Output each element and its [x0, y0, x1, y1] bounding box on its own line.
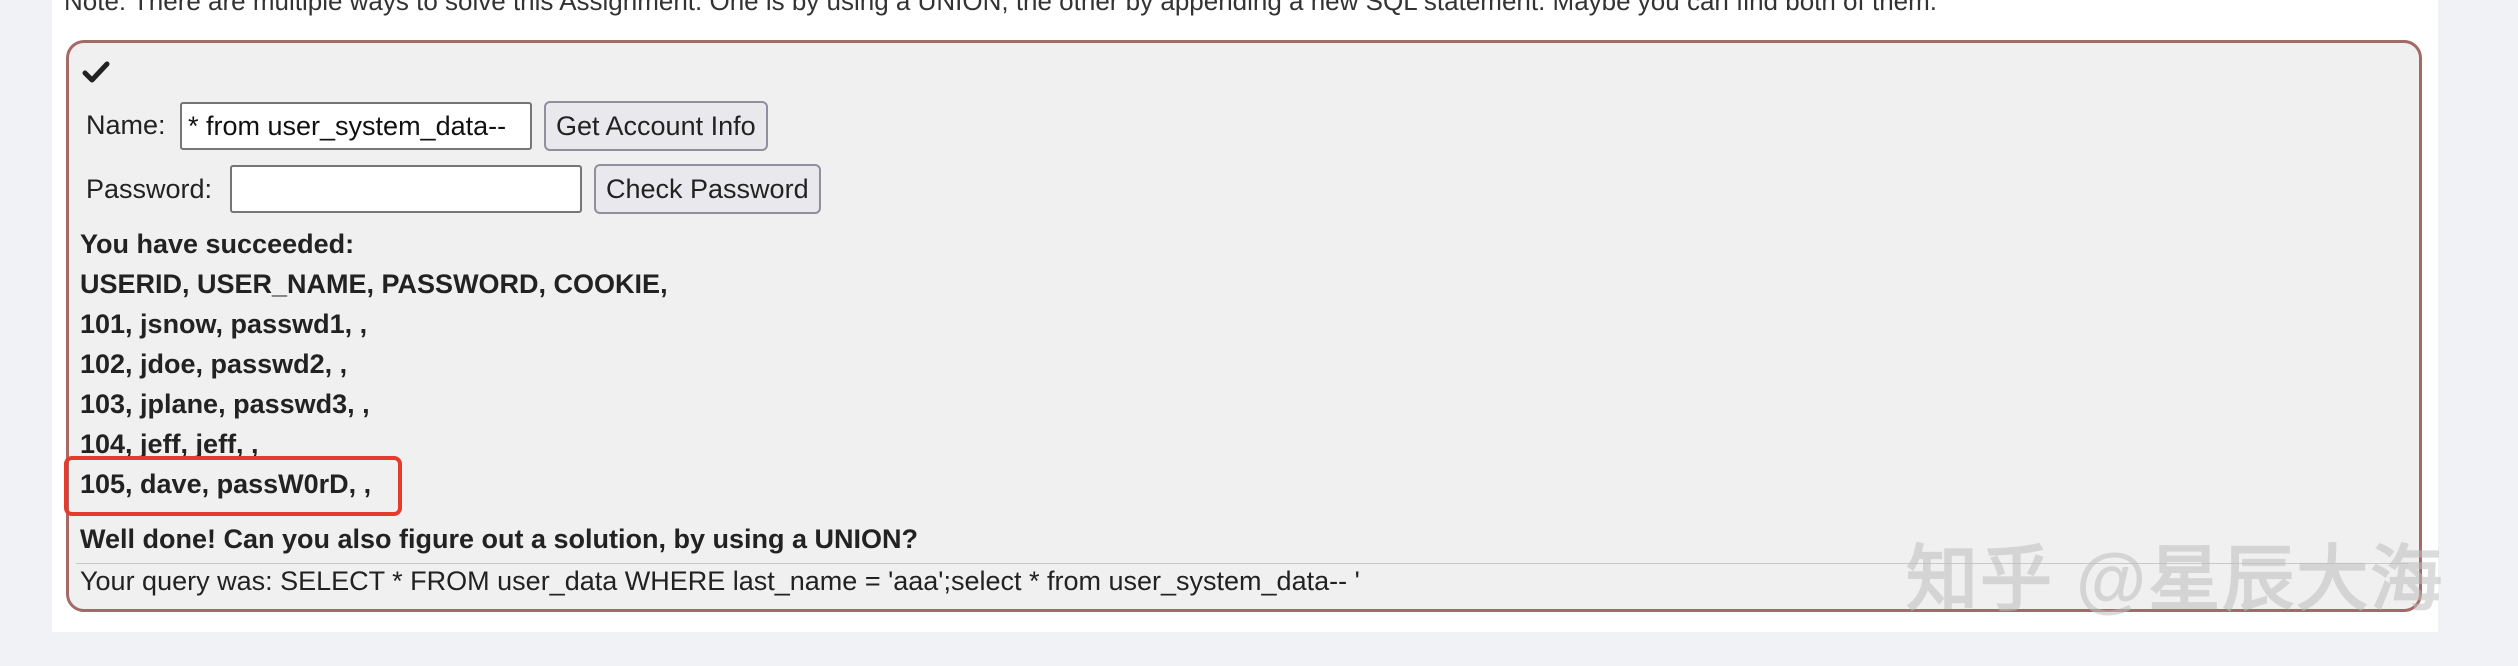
assignment-note: Note: There are multiple ways to solve t… [64, 0, 1937, 16]
checkmark-icon [82, 61, 110, 83]
highlight-box [64, 456, 402, 516]
output-line: USERID, USER_NAME, PASSWORD, COOKIE, [80, 269, 668, 299]
watermark: 知乎 @星辰大海 [1906, 540, 2445, 620]
output-line: 103, jplane, passwd3, , [80, 389, 370, 419]
output-line: 102, jdoe, passwd2, , [80, 349, 348, 379]
query-echo: Your query was: SELECT * FROM user_data … [80, 566, 1360, 596]
output-line: You have succeeded: [80, 229, 355, 259]
output-line: 101, jsnow, passwd1, , [80, 309, 368, 339]
name-label: Name: [86, 110, 166, 140]
password-label: Password: [86, 174, 213, 204]
get-account-info-button[interactable]: Get Account Info [544, 101, 768, 151]
name-input[interactable]: * from user_system_data-- [180, 102, 532, 150]
password-input[interactable] [230, 165, 582, 213]
success-message: Well done! Can you also figure out a sol… [80, 524, 919, 554]
check-password-button[interactable]: Check Password [594, 164, 821, 214]
